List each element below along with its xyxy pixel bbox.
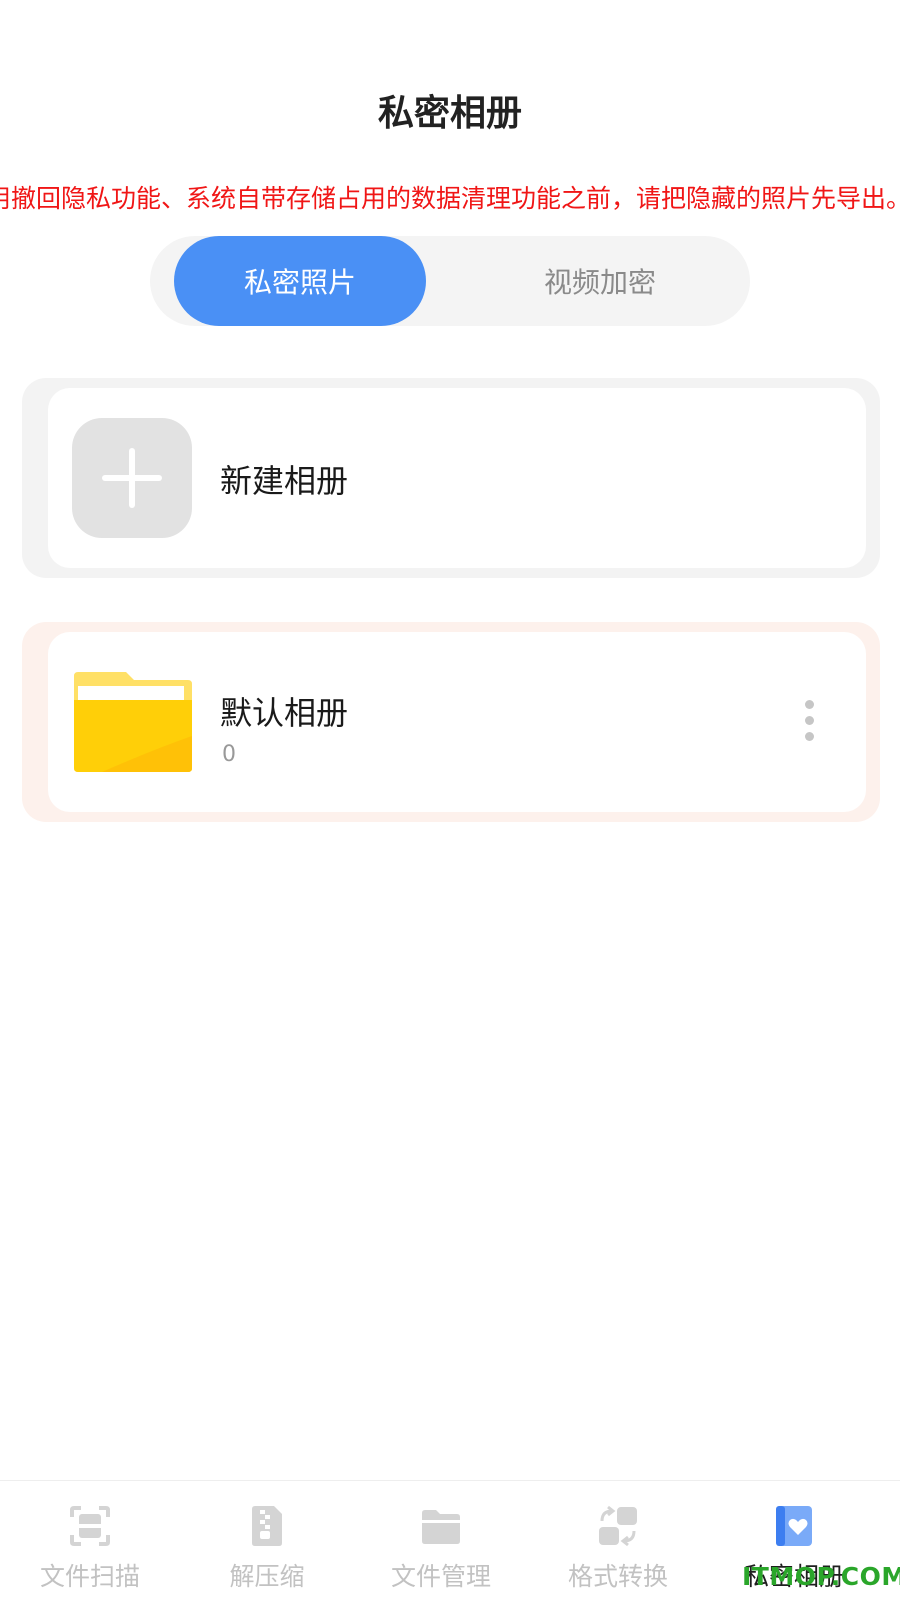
new-album-label: 新建相册 xyxy=(220,462,349,500)
scan-icon xyxy=(70,1506,110,1546)
tab-unzip[interactable]: 解压缩 xyxy=(177,1481,357,1600)
tab-label: 格式转换 xyxy=(567,1562,668,1591)
album-photo-count: 0 xyxy=(222,742,236,767)
plus-icon xyxy=(72,418,192,538)
folder-icon xyxy=(422,1510,460,1544)
default-album-item[interactable]: 默认相册 0 xyxy=(48,632,866,812)
folder-icon xyxy=(74,672,192,772)
tab-file-manager[interactable]: 文件管理 xyxy=(351,1481,531,1600)
private-album-icon xyxy=(776,1506,812,1546)
album-card: 默认相册 0 xyxy=(22,622,880,822)
tab-label: 文件管理 xyxy=(390,1562,491,1591)
new-album-button[interactable]: 新建相册 xyxy=(48,388,866,568)
convert-icon xyxy=(599,1505,637,1547)
tab-private-photos[interactable]: 私密照片 xyxy=(174,236,426,326)
tab-label: 文件扫描 xyxy=(39,1562,140,1591)
warning-marquee: 用撤回隐私功能、系统自带存储占用的数据清理功能之前，请把隐藏的照片先导出。否 xyxy=(0,184,900,213)
tab-format-convert[interactable]: 格式转换 xyxy=(528,1481,708,1600)
album-name: 默认相册 xyxy=(220,694,349,732)
more-options-icon[interactable] xyxy=(802,700,816,744)
tab-file-scan[interactable]: 文件扫描 xyxy=(0,1481,180,1600)
new-album-card: 新建相册 xyxy=(22,378,880,578)
private-album-page: 私密相册 用撤回隐私功能、系统自带存储占用的数据清理功能之前，请把隐藏的照片先导… xyxy=(0,0,900,1600)
zip-icon xyxy=(252,1506,282,1546)
watermark-logo: ITMOP.COM xyxy=(742,1562,900,1591)
media-type-switch: 私密照片 视频加密 xyxy=(150,236,750,326)
tab-label: 解压缩 xyxy=(229,1562,305,1591)
tab-video-encrypt[interactable]: 视频加密 xyxy=(450,236,750,326)
page-title: 私密相册 xyxy=(377,93,522,134)
